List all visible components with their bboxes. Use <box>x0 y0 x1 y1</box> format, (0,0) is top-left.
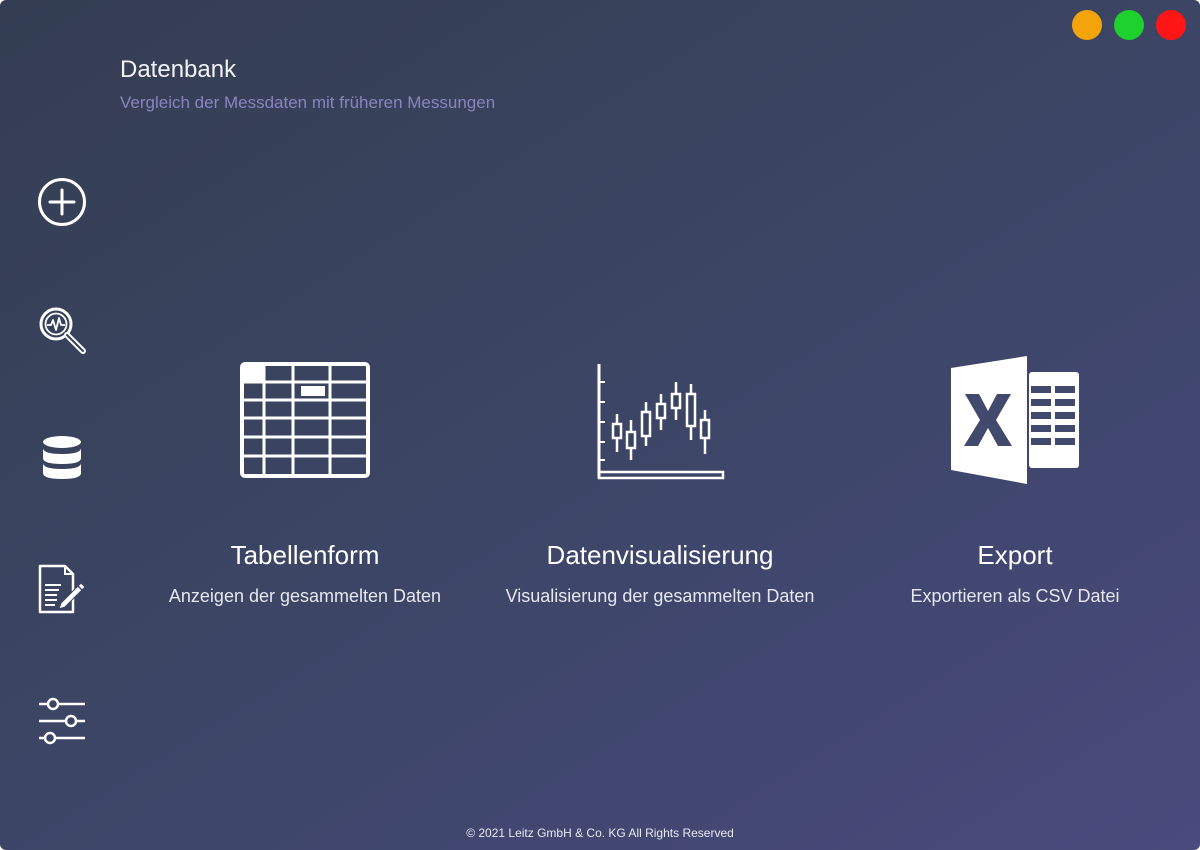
minimize-button[interactable] <box>1072 10 1102 40</box>
page-title: Datenbank <box>120 56 237 83</box>
option-description: Anzeigen der gesammelten Daten <box>168 586 442 606</box>
sidebar-item-report[interactable] <box>32 560 92 620</box>
page-subtitle: Vergleich der Messdaten mit früheren Mes… <box>120 93 496 112</box>
sidebar-item-database[interactable] <box>32 430 92 490</box>
tile-icon-wrap <box>115 350 495 490</box>
table-icon <box>240 362 370 478</box>
close-button[interactable] <box>1156 10 1186 40</box>
sidebar-item-analysis[interactable] <box>32 300 92 360</box>
option-tabellenform[interactable]: Tabellenform Anzeigen der gesammelten Da… <box>115 350 495 620</box>
option-datenvisualisierung[interactable]: Datenvisualisierung Visualisierung der g… <box>470 350 850 620</box>
sidebar-item-add[interactable] <box>32 172 92 232</box>
excel-icon <box>951 356 1079 484</box>
add-circle-icon <box>38 178 86 226</box>
tile-icon-wrap <box>470 350 850 490</box>
database-icon <box>43 436 81 479</box>
option-description: Exportieren als CSV Datei <box>910 586 1120 606</box>
app-window: Datenbank Vergleich der Messdaten mit fr… <box>0 0 1200 850</box>
option-title: Tabellenform <box>230 540 380 570</box>
option-description: Visualisierung der gesammelten Daten <box>505 586 815 606</box>
maximize-button[interactable] <box>1114 10 1144 40</box>
sidebar-item-settings[interactable] <box>32 690 92 750</box>
option-title: Export <box>977 540 1053 570</box>
search-analysis-icon <box>39 307 86 354</box>
tile-icon-wrap <box>825 350 1200 490</box>
report-edit-icon <box>38 564 86 614</box>
option-export[interactable]: Export Exportieren als CSV Datei <box>825 350 1200 620</box>
candlestick-chart-icon <box>597 364 725 480</box>
footer-copyright: © 2021 Leitz GmbH & Co. KG All Rights Re… <box>466 826 734 840</box>
settings-sliders-icon <box>39 697 85 745</box>
option-title: Datenvisualisierung <box>546 540 774 570</box>
